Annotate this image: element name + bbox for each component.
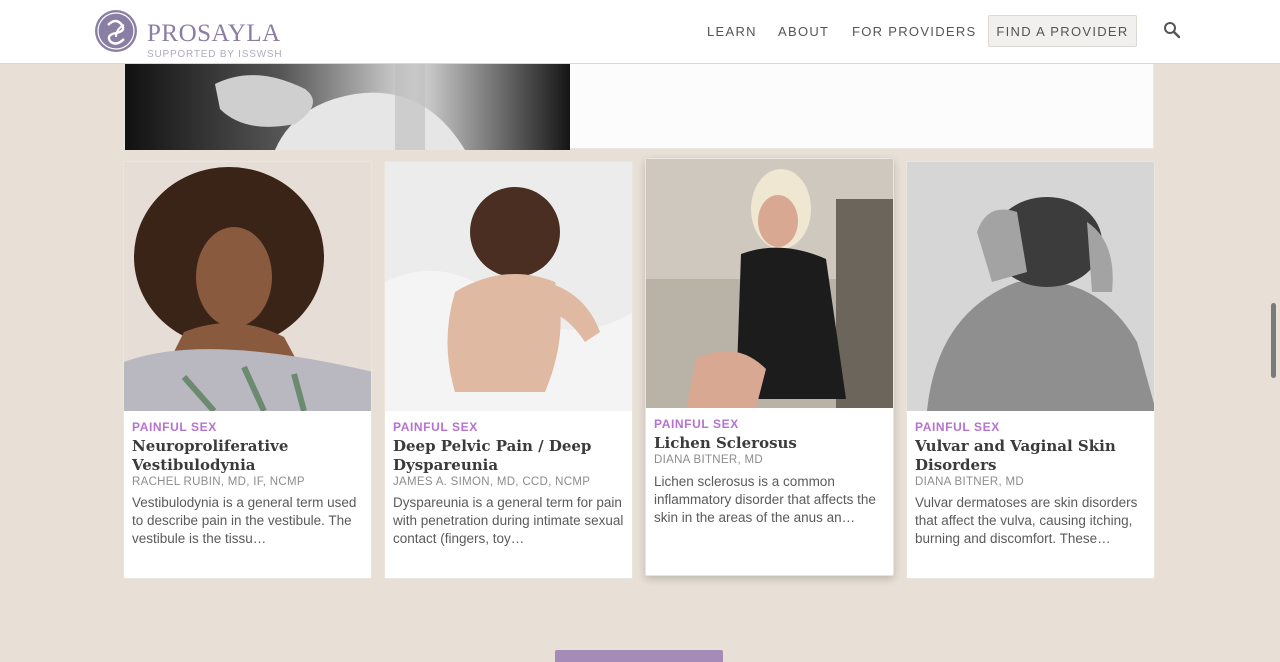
site-header: PROSAYLA SUPPORTED BY ISSWSH LEARN ABOUT…	[0, 0, 1280, 64]
article-card[interactable]: PAINFUL SEX Neuroproliferative Vestibulo…	[123, 161, 372, 579]
nav-learn[interactable]: LEARN	[707, 25, 757, 39]
article-image	[385, 162, 632, 411]
logo-mark-icon	[95, 10, 137, 52]
nav-about[interactable]: ABOUT	[778, 25, 829, 39]
nav-for-providers[interactable]: FOR PROVIDERS	[852, 25, 977, 39]
article-author: DIANA BITNER, MD	[654, 454, 763, 466]
featured-article-card[interactable]	[124, 63, 1154, 150]
article-card[interactable]: PAINFUL SEX Vulvar and Vaginal Skin Diso…	[906, 161, 1155, 579]
article-category: PAINFUL SEX	[393, 420, 478, 434]
article-excerpt: Vestibulodynia is a general term used to…	[132, 495, 357, 546]
brand-logo[interactable]: PROSAYLA SUPPORTED BY ISSWSH	[94, 9, 294, 60]
article-author: RACHEL RUBIN, MD, IF, NCMP	[132, 476, 305, 488]
article-title[interactable]: Deep Pelvic Pain / Deep Dyspareunia	[393, 437, 623, 475]
article-excerpt: Dyspareunia is a general term for pain w…	[393, 495, 624, 546]
load-more-button[interactable]	[555, 650, 723, 662]
article-image	[124, 162, 371, 411]
article-category: PAINFUL SEX	[132, 420, 217, 434]
article-author: DIANA BITNER, MD	[915, 476, 1024, 488]
article-card[interactable]: PAINFUL SEX Deep Pelvic Pain / Deep Dysp…	[384, 161, 633, 579]
article-category: PAINFUL SEX	[915, 420, 1000, 434]
featured-article-image	[125, 64, 570, 150]
article-excerpt: Lichen sclerosus is a common inflammator…	[654, 474, 876, 525]
article-excerpt: Vulvar dermatoses are skin disorders tha…	[915, 495, 1138, 546]
article-title[interactable]: Vulvar and Vaginal Skin Disorders	[915, 437, 1145, 475]
brand-tagline: SUPPORTED BY ISSWSH	[147, 49, 283, 60]
find-provider-button[interactable]: FIND A PROVIDER	[988, 15, 1137, 47]
article-image	[646, 159, 893, 408]
article-title[interactable]: Neuroproliferative Vestibulodynia	[132, 437, 362, 475]
article-category: PAINFUL SEX	[654, 417, 739, 431]
scrollbar-thumb[interactable]	[1271, 303, 1276, 378]
brand-name: PROSAYLA	[147, 20, 281, 47]
article-image	[907, 162, 1154, 411]
article-author: JAMES A. SIMON, MD, CCD, NCMP	[393, 476, 591, 488]
article-title[interactable]: Lichen Sclerosus	[654, 434, 884, 453]
article-card[interactable]: PAINFUL SEX Lichen Sclerosus DIANA BITNE…	[645, 158, 894, 576]
search-icon[interactable]	[1163, 21, 1181, 39]
